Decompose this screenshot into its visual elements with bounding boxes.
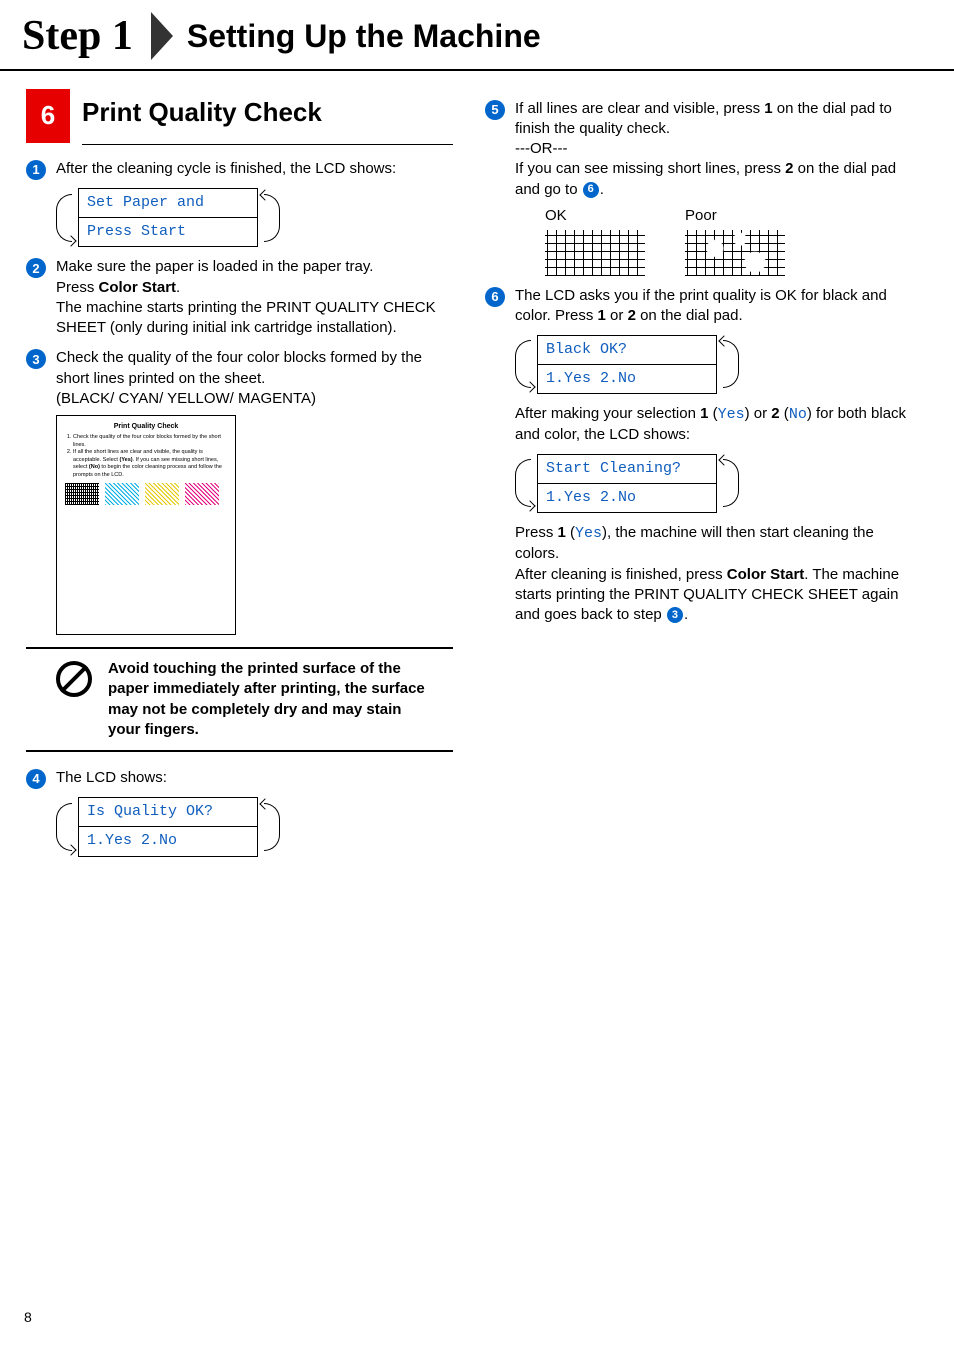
lcd-display-4: Is Quality OK? 1.Yes 2.No bbox=[56, 797, 453, 857]
section-title: Print Quality Check bbox=[82, 89, 453, 145]
lcd-arc-left-icon bbox=[56, 803, 72, 851]
step-6: 6 The LCD asks you if the print quality … bbox=[485, 286, 912, 327]
step-6-continued: After making your selection 1 (Yes) or 2… bbox=[515, 404, 912, 446]
lcd-screen: Black OK? 1.Yes 2.No bbox=[537, 335, 717, 395]
lcd-arc-right-icon bbox=[264, 194, 280, 242]
left-column: 6 Print Quality Check 1 After the cleani… bbox=[26, 89, 453, 867]
sheet-title: Print Quality Check bbox=[65, 422, 227, 431]
bad-pattern-icon bbox=[685, 230, 785, 276]
step-number-icon: 5 bbox=[485, 100, 505, 120]
step-number-icon: 3 bbox=[26, 349, 46, 369]
step-3-text: Check the quality of the four color bloc… bbox=[56, 348, 453, 409]
step-label: Step 1 bbox=[22, 8, 133, 65]
ok-column: OK bbox=[545, 206, 645, 276]
section-number: 6 bbox=[26, 89, 70, 143]
step-2-text: Make sure the paper is loaded in the pap… bbox=[56, 257, 453, 338]
sheet-instructions: Check the quality of the four color bloc… bbox=[73, 434, 227, 479]
step-1-text: After the cleaning cycle is finished, th… bbox=[56, 159, 453, 180]
step-2: 2 Make sure the paper is loaded in the p… bbox=[26, 257, 453, 338]
lcd-display-1: Set Paper and Press Start bbox=[56, 188, 453, 248]
step-number-icon: 4 bbox=[26, 769, 46, 789]
lcd-arc-left-icon bbox=[515, 459, 531, 507]
step-header: Step 1 Setting Up the Machine bbox=[0, 0, 954, 71]
step-4: 4 The LCD shows: bbox=[26, 768, 453, 789]
magenta-block-icon bbox=[185, 483, 219, 505]
section-header: 6 Print Quality Check bbox=[26, 89, 453, 145]
step-6-text: The LCD asks you if the print quality is… bbox=[515, 286, 912, 327]
lcd-line1: Black OK? bbox=[538, 336, 716, 364]
sheet-item-1: Check the quality of the four color bloc… bbox=[73, 434, 227, 449]
caution-box: Avoid touching the printed surface of th… bbox=[26, 647, 453, 752]
step-ref-icon: 3 bbox=[667, 607, 683, 623]
step-number-icon: 1 bbox=[26, 160, 46, 180]
lcd-arc-left-icon bbox=[515, 340, 531, 388]
lcd-line2: 1.Yes 2.No bbox=[79, 826, 257, 855]
step-5-text: If all lines are clear and visible, pres… bbox=[515, 99, 912, 200]
lcd-display-6a: Black OK? 1.Yes 2.No bbox=[515, 335, 912, 395]
lcd-screen: Is Quality OK? 1.Yes 2.No bbox=[78, 797, 258, 857]
ok-label: OK bbox=[545, 206, 645, 226]
poor-label: Poor bbox=[685, 206, 785, 226]
right-column: 5 If all lines are clear and visible, pr… bbox=[485, 89, 912, 867]
color-blocks bbox=[65, 483, 227, 505]
lcd-arc-right-icon bbox=[723, 340, 739, 388]
lcd-display-6b: Start Cleaning? 1.Yes 2.No bbox=[515, 454, 912, 514]
lcd-screen: Set Paper and Press Start bbox=[78, 188, 258, 248]
good-pattern-icon bbox=[545, 230, 645, 276]
black-block-icon bbox=[65, 483, 99, 505]
step-6-final: Press 1 (Yes), the machine will then sta… bbox=[515, 523, 912, 625]
prohibit-icon bbox=[56, 661, 92, 697]
lcd-line2: Press Start bbox=[79, 217, 257, 246]
step-5: 5 If all lines are clear and visible, pr… bbox=[485, 99, 912, 200]
lcd-arc-right-icon bbox=[723, 459, 739, 507]
lcd-line2: 1.Yes 2.No bbox=[538, 483, 716, 512]
poor-column: Poor bbox=[685, 206, 785, 276]
sheet-item-2: If all the short lines are clear and vis… bbox=[73, 449, 227, 479]
step-title: Setting Up the Machine bbox=[187, 15, 541, 58]
lcd-line1: Set Paper and bbox=[79, 189, 257, 217]
lcd-line2: 1.Yes 2.No bbox=[538, 364, 716, 393]
step-number-icon: 2 bbox=[26, 258, 46, 278]
page-number: 8 bbox=[24, 1308, 32, 1327]
chevron-right-icon bbox=[151, 12, 173, 60]
caution-text: Avoid touching the printed surface of th… bbox=[108, 659, 453, 740]
quality-check-sheet: Print Quality Check Check the quality of… bbox=[56, 415, 236, 635]
step-number-icon: 6 bbox=[485, 287, 505, 307]
step-ref-icon: 6 bbox=[583, 182, 599, 198]
lcd-arc-left-icon bbox=[56, 194, 72, 242]
lcd-arc-right-icon bbox=[264, 803, 280, 851]
step-3: 3 Check the quality of the four color bl… bbox=[26, 348, 453, 409]
lcd-screen: Start Cleaning? 1.Yes 2.No bbox=[537, 454, 717, 514]
lcd-line1: Start Cleaning? bbox=[538, 455, 716, 483]
ok-poor-comparison: OK Poor bbox=[545, 206, 912, 276]
lcd-line1: Is Quality OK? bbox=[79, 798, 257, 826]
step-4-text: The LCD shows: bbox=[56, 768, 453, 789]
cyan-block-icon bbox=[105, 483, 139, 505]
step-1: 1 After the cleaning cycle is finished, … bbox=[26, 159, 453, 180]
yellow-block-icon bbox=[145, 483, 179, 505]
